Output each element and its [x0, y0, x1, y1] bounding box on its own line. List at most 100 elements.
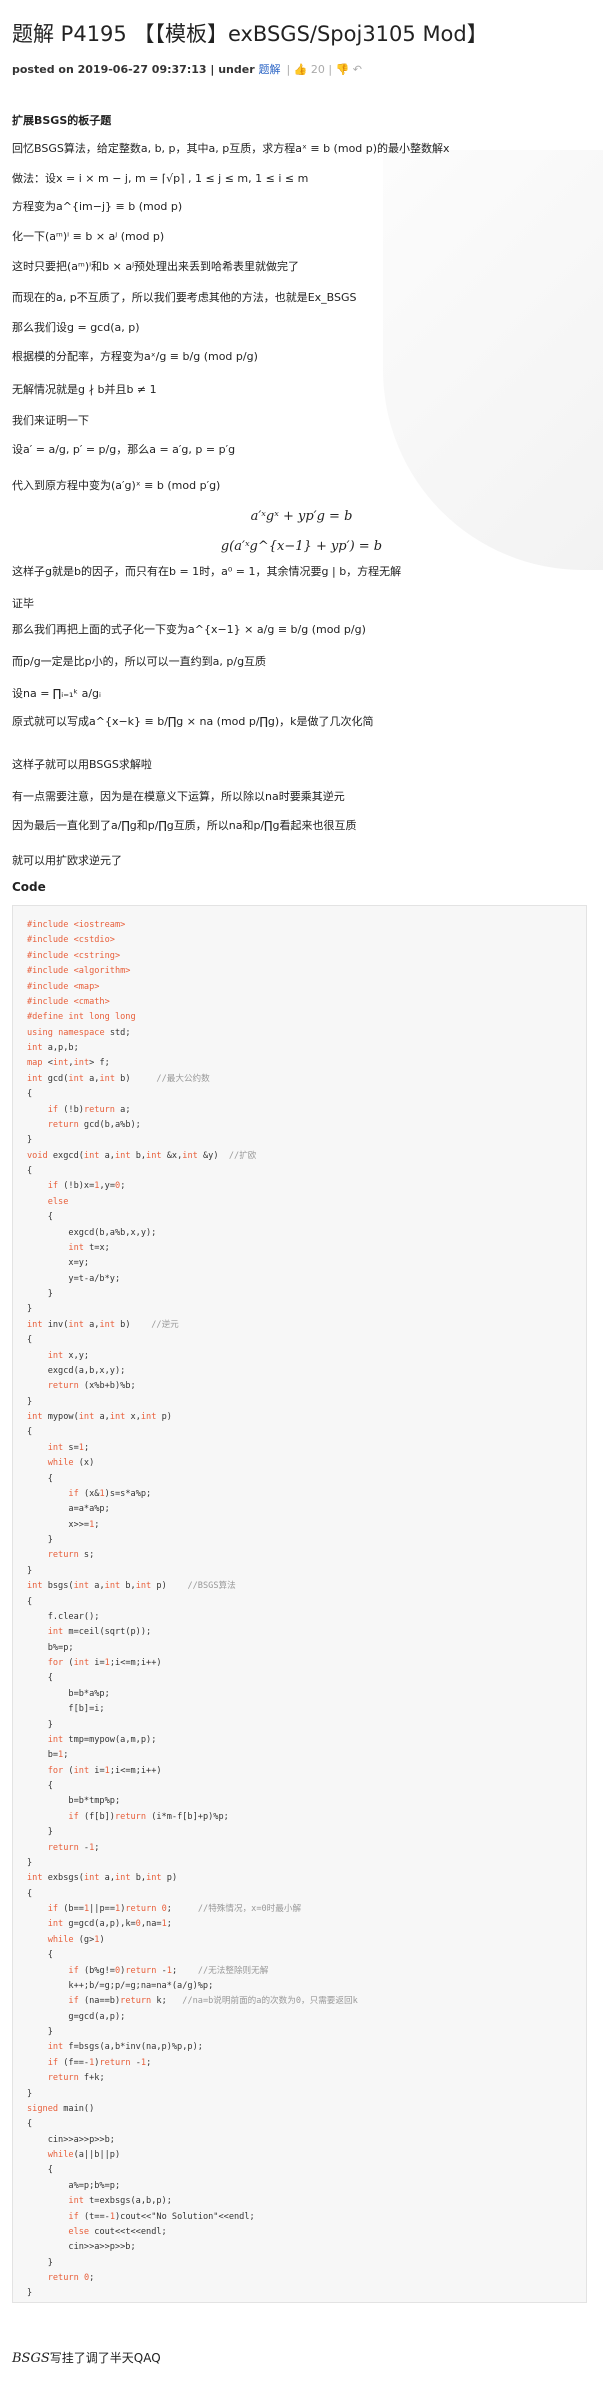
- paragraph-11: 设a′ = a/g, p′ = p/g，那么a = a′g, p = p′g: [12, 443, 236, 456]
- code-line: int a,p,b;: [27, 1043, 79, 1053]
- code-line: {: [27, 1473, 53, 1484]
- code-line: if (!b)x=1,y=0;: [47, 1181, 126, 1192]
- code-line: x>>=1;: [27, 1519, 100, 1530]
- code-line: if (b%g!=0)return -1; //无法整除则无解: [68, 1965, 269, 1976]
- code-line: return (x%b+b)%b;: [47, 1381, 136, 1392]
- paragraph-4: 化一下(aᵐ)ⁱ ≡ b × aʲ (mod p): [12, 230, 165, 243]
- code-line: int tmp=mypow(a,m,p);: [47, 1734, 157, 1745]
- paragraph-6: 而现在的a, p不互质了，所以我们要考虑其他的方法，也就是Ex_BSGS: [12, 291, 357, 304]
- post-title: 题解 P4195 【【模板】exBSGS/Spoj3105 Mod】: [12, 22, 488, 46]
- code-line: }: [27, 2257, 53, 2268]
- code-line: return s;: [47, 1550, 95, 1561]
- code-line: int gcd(int a,int b) //最大公约数: [27, 1073, 210, 1084]
- code-line: }: [27, 2288, 33, 2299]
- paragraph-13: a′ˣgˣ + yp′g = b: [250, 509, 353, 524]
- code-line: b=1;: [27, 1750, 69, 1761]
- code-line: }: [27, 2027, 53, 2037]
- code-line: exgcd(b,a%b,x,y);: [27, 1227, 157, 1238]
- paragraph-22: 有一点需要注意，因为是在模意义下运算，所以除以na时要乘其逆元: [12, 790, 345, 803]
- code-line: }: [27, 1396, 33, 1407]
- code-line: }: [27, 1565, 33, 1576]
- code-line: int bsgs(int a,int b,int p) //BSGS算法: [27, 1581, 236, 1592]
- paragraph-15: 这样子g就是b的因子，而只有在b = 1时，a⁰ = 1，其余情况要g | b，…: [12, 565, 402, 578]
- paragraph-5: 这时只要把(aᵐ)ⁱ和b × aʲ预处理出来丢到哈希表里就做完了: [12, 260, 299, 273]
- code-line: f.clear();: [27, 1611, 100, 1622]
- code-line: int g=gcd(a,p),k=0,na=1;: [47, 1919, 172, 1930]
- footer-note: BSGS写挂了调了半天QAQ: [12, 2349, 161, 2366]
- code-line: }: [27, 1827, 53, 1838]
- paragraph-0: 扩展BSGS的板子题: [12, 114, 112, 127]
- footer-text: 写挂了调了半天QAQ: [49, 2351, 161, 2365]
- code-line: int t=exbsgs(a,b,p);: [68, 2196, 172, 2207]
- code-line: g=gcd(a,p);: [27, 2011, 126, 2022]
- code-line: {: [27, 1089, 33, 1100]
- paragraph-2: 做法：设x = i × m − j, m = ⌈√p⌉ , 1 ≤ j ≤ m,…: [12, 172, 309, 185]
- paragraph-23: 因为最后一直化到了a/∏g和p/∏g互质，所以na和p/∏g看起来也很互质: [12, 819, 357, 832]
- code-line: if (f[b])return (i*m-f[b]+p)%p;: [68, 1811, 229, 1822]
- code-line: int t=x;: [68, 1242, 110, 1253]
- paragraph-8: 根据模的分配率，方程变为aˣ/g ≡ b/g (mod p/g): [12, 350, 258, 363]
- code-line: k++;b/=g;p/=g;na=na*(a/g)%p;: [27, 1980, 214, 1991]
- code-line: signed main(): [27, 2103, 95, 2114]
- code-line: if (t==-1)cout<<"No Solution"<<endl;: [68, 2211, 255, 2222]
- code-line: #include <cmath>: [27, 996, 110, 1007]
- code-line: while (g>1): [47, 1934, 105, 1945]
- code-line: cin>>a>>p>>b;: [27, 2134, 115, 2145]
- code-line: while (x): [47, 1458, 95, 1469]
- code-line: {: [27, 1950, 53, 1961]
- code-line: a=a*a%p;: [27, 1504, 110, 1515]
- code-line: else: [47, 1196, 69, 1207]
- paragraph-12: 代入到原方程中变为(a′g)ˣ ≡ b (mod p′g): [12, 479, 221, 492]
- category-link[interactable]: 题解: [258, 63, 280, 76]
- paragraph-17: 那么我们再把上面的式子化一下变为a^{x−1} × a/g ≡ b/g (mod…: [12, 623, 366, 636]
- post-meta: posted on 2019-06-27 09:37:13 | under 题解…: [12, 61, 362, 77]
- code-line: }: [27, 1857, 33, 1868]
- code-heading: Code: [12, 880, 46, 894]
- code-line: int x,y;: [47, 1350, 90, 1361]
- footer-math: BSGS: [12, 2351, 50, 2366]
- posted-on-text: posted on 2019-06-27 09:37:13 | under: [12, 63, 259, 76]
- code-line: return 0;: [47, 2273, 95, 2283]
- paragraph-21: 这样子就可以用BSGS求解啦: [12, 758, 152, 771]
- code-line: #include <cstdio>: [27, 935, 115, 946]
- code-line: }: [27, 1719, 53, 1730]
- code-line: #include <algorithm>: [27, 966, 131, 977]
- code-line: int mypow(int a,int x,int p): [27, 1412, 172, 1422]
- code-text: #include <iostream> #include <cstdio> #inc…: [27, 918, 358, 2302]
- like-controls[interactable]: | 👍 20 | 👎 ↶: [286, 63, 362, 76]
- code-line: else cout<<t<<endl;: [68, 2226, 167, 2237]
- code-line: if (!b)return a;: [47, 1104, 131, 1115]
- code-line: map <int,int> f;: [27, 1058, 110, 1069]
- code-line: int s=1;: [47, 1442, 90, 1453]
- code-line: using namespace std;: [27, 1027, 131, 1038]
- code-line: b=b*a%p;: [27, 1688, 110, 1699]
- code-line: y=t-a/b*y;: [27, 1273, 121, 1284]
- code-line: int exbsgs(int a,int b,int p): [27, 1873, 178, 1884]
- code-line: f[b]=i;: [27, 1704, 105, 1715]
- code-line: if (x&1)s=s*a%p;: [68, 1488, 152, 1499]
- background-decoration: [383, 150, 603, 570]
- paragraph-18: 而p/g一定是比p小的，所以可以一直约到a, p/g互质: [12, 655, 267, 668]
- code-line: a%=p;b%=p;: [27, 2180, 121, 2191]
- paragraph-19: 设na = ∏ᵢ₌₁ᵏ a/gᵢ: [12, 687, 102, 700]
- paragraph-14: g(a′ˣg^{x−1} + yp′) = b: [220, 539, 383, 554]
- paragraph-9: 无解情况就是g ∤ b并且b ≠ 1: [12, 383, 157, 396]
- code-line: {: [27, 1888, 33, 1899]
- code-line: #include <cstring>: [27, 950, 121, 961]
- code-line: int f=bsgs(a,b*inv(na,p)%p,p);: [47, 2042, 203, 2053]
- code-line: int inv(int a,int b) //逆元: [27, 1319, 179, 1330]
- code-line: {: [27, 1166, 33, 1176]
- paragraph-24: 就可以用扩欧求逆元了: [12, 854, 122, 867]
- code-line: return -1;: [47, 1842, 100, 1853]
- code-line: #include <map>: [27, 981, 100, 992]
- paragraph-16: 证毕: [12, 597, 34, 610]
- code-line: return gcd(b,a%b);: [47, 1119, 141, 1130]
- page: 题解 P4195 【【模板】exBSGS/Spoj3105 Mod】 poste…: [0, 0, 603, 2408]
- code-line: {: [27, 1212, 53, 1223]
- code-line: x=y;: [27, 1258, 90, 1269]
- paragraph-7: 那么我们设g = gcd(a, p): [12, 321, 140, 334]
- code-line: exgcd(a,b,x,y);: [27, 1365, 126, 1376]
- paragraph-10: 我们来证明一下: [12, 414, 89, 427]
- code-line: b%=p;: [27, 1642, 74, 1653]
- code-line: b=b*tmp%p;: [27, 1796, 121, 1807]
